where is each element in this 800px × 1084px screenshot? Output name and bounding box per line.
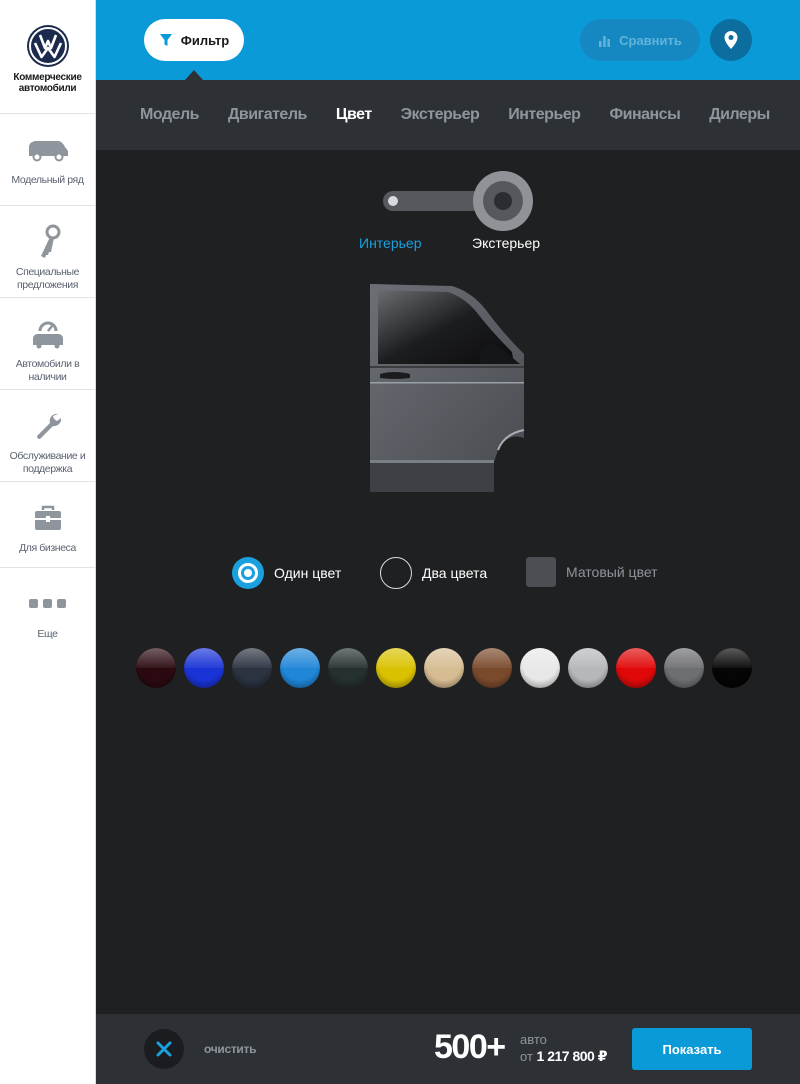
color-swatch-beige[interactable] bbox=[424, 648, 464, 688]
briefcase-icon bbox=[34, 505, 61, 530]
color-type-label: Один цвет bbox=[274, 565, 342, 581]
more-dots-icon bbox=[28, 599, 66, 608]
sidebar-item-offers[interactable]: Специальные предложения bbox=[0, 206, 95, 298]
brand-line-2: автомобили bbox=[18, 83, 77, 94]
radio-selected-icon bbox=[232, 557, 264, 589]
color-swatch-black[interactable] bbox=[712, 648, 752, 688]
color-swatch-silver[interactable] bbox=[568, 648, 608, 688]
sidebar-item-business[interactable]: Для бизнеса bbox=[0, 482, 95, 568]
sidebar-item-models[interactable]: Модельный ряд bbox=[0, 114, 95, 206]
color-swatch-row bbox=[136, 648, 752, 688]
sidebar-item-stock[interactable]: Автомобили в наличии bbox=[0, 298, 95, 390]
bar-chart-icon bbox=[599, 35, 611, 47]
filter-button[interactable]: Фильтр bbox=[144, 19, 244, 61]
brand-text: Коммерческие автомобили bbox=[13, 72, 82, 94]
location-pin-icon bbox=[724, 31, 738, 49]
view-toggle-knob[interactable] bbox=[473, 171, 533, 231]
top-header: Фильтр Сравнить bbox=[96, 0, 800, 80]
color-swatch-yellow[interactable] bbox=[376, 648, 416, 688]
sidebar-item-label: Еще bbox=[37, 628, 58, 640]
color-type-matte[interactable]: Матовый цвет bbox=[526, 557, 658, 587]
funnel-icon bbox=[159, 34, 172, 46]
color-swatch-light-blue[interactable] bbox=[280, 648, 320, 688]
filter-tabs: Модель Двигатель Цвет Экстерьер Интерьер… bbox=[96, 80, 800, 150]
color-type-label: Матовый цвет bbox=[566, 564, 658, 580]
brand-line-1: Коммерческие bbox=[13, 72, 82, 83]
color-swatch-dark-grey-blue[interactable] bbox=[232, 648, 272, 688]
filter-button-label: Фильтр bbox=[180, 32, 230, 48]
sidebar: Коммерческие автомобили Модельный ряд Сп… bbox=[0, 0, 96, 1084]
clear-button[interactable] bbox=[144, 1029, 184, 1069]
color-swatch-grey[interactable] bbox=[664, 648, 704, 688]
wrench-icon bbox=[36, 413, 61, 439]
show-results-button[interactable]: Показать bbox=[632, 1028, 752, 1070]
toggle-label-exterior[interactable]: Экстерьер bbox=[472, 235, 540, 251]
tab-dealers[interactable]: Дилеры bbox=[709, 106, 770, 124]
checkbox-icon bbox=[526, 557, 556, 587]
close-icon bbox=[156, 1041, 172, 1057]
brand-logo-block[interactable]: Коммерческие автомобили bbox=[0, 0, 95, 114]
tab-model[interactable]: Модель bbox=[140, 106, 199, 124]
price-from: от 1 217 800 ₽ bbox=[520, 1048, 607, 1065]
tab-exterior[interactable]: Экстерьер bbox=[401, 106, 480, 124]
car-door-preview-image bbox=[370, 284, 525, 492]
color-swatch-white[interactable] bbox=[520, 648, 560, 688]
color-swatch-dark-green-grey[interactable] bbox=[328, 648, 368, 688]
tab-finance[interactable]: Финансы bbox=[609, 106, 680, 124]
compare-button[interactable]: Сравнить bbox=[580, 19, 700, 61]
results-count: 500+ bbox=[434, 1028, 506, 1066]
view-toggle-dot bbox=[388, 196, 398, 206]
sidebar-item-label: Для бизнеса bbox=[19, 542, 76, 554]
sidebar-item-more[interactable]: Еще bbox=[0, 568, 95, 654]
toggle-label-interior[interactable]: Интерьер bbox=[359, 235, 422, 251]
sidebar-item-label: Модельный ряд bbox=[11, 174, 84, 186]
sidebar-item-service[interactable]: Обслуживание и поддержка bbox=[0, 390, 95, 482]
results-footer: очистить 500+ авто от 1 217 800 ₽ Показа… bbox=[96, 1014, 800, 1084]
color-swatch-blue[interactable] bbox=[184, 648, 224, 688]
clear-label[interactable]: очистить bbox=[204, 1042, 256, 1056]
color-type-two-tone[interactable]: Два цвета bbox=[380, 557, 487, 589]
sidebar-item-label: Обслуживание и поддержка bbox=[9, 450, 86, 475]
color-swatch-brown[interactable] bbox=[472, 648, 512, 688]
results-unit: авто bbox=[520, 1032, 547, 1047]
keys-icon bbox=[40, 224, 60, 258]
tab-interior[interactable]: Интерьер bbox=[508, 106, 581, 124]
price-prefix: от bbox=[520, 1049, 533, 1064]
price-value: 1 217 800 ₽ bbox=[536, 1048, 608, 1064]
filter-pointer bbox=[185, 70, 203, 80]
color-swatch-dark-cherry[interactable] bbox=[136, 648, 176, 688]
color-type-single[interactable]: Один цвет bbox=[232, 557, 341, 589]
tab-color[interactable]: Цвет bbox=[336, 106, 372, 124]
sidebar-item-label: Автомобили в наличии bbox=[15, 358, 80, 383]
tab-engine[interactable]: Двигатель bbox=[228, 106, 307, 124]
color-swatch-red[interactable] bbox=[616, 648, 656, 688]
radio-unselected-icon bbox=[380, 557, 412, 589]
compare-button-label: Сравнить bbox=[619, 32, 682, 48]
color-type-label: Два цвета bbox=[422, 565, 488, 581]
car-stock-icon bbox=[32, 321, 63, 349]
sidebar-item-label: Специальные предложения bbox=[15, 266, 80, 291]
location-button[interactable] bbox=[710, 19, 752, 61]
van-icon bbox=[28, 141, 68, 162]
vw-logo-icon bbox=[26, 25, 69, 67]
